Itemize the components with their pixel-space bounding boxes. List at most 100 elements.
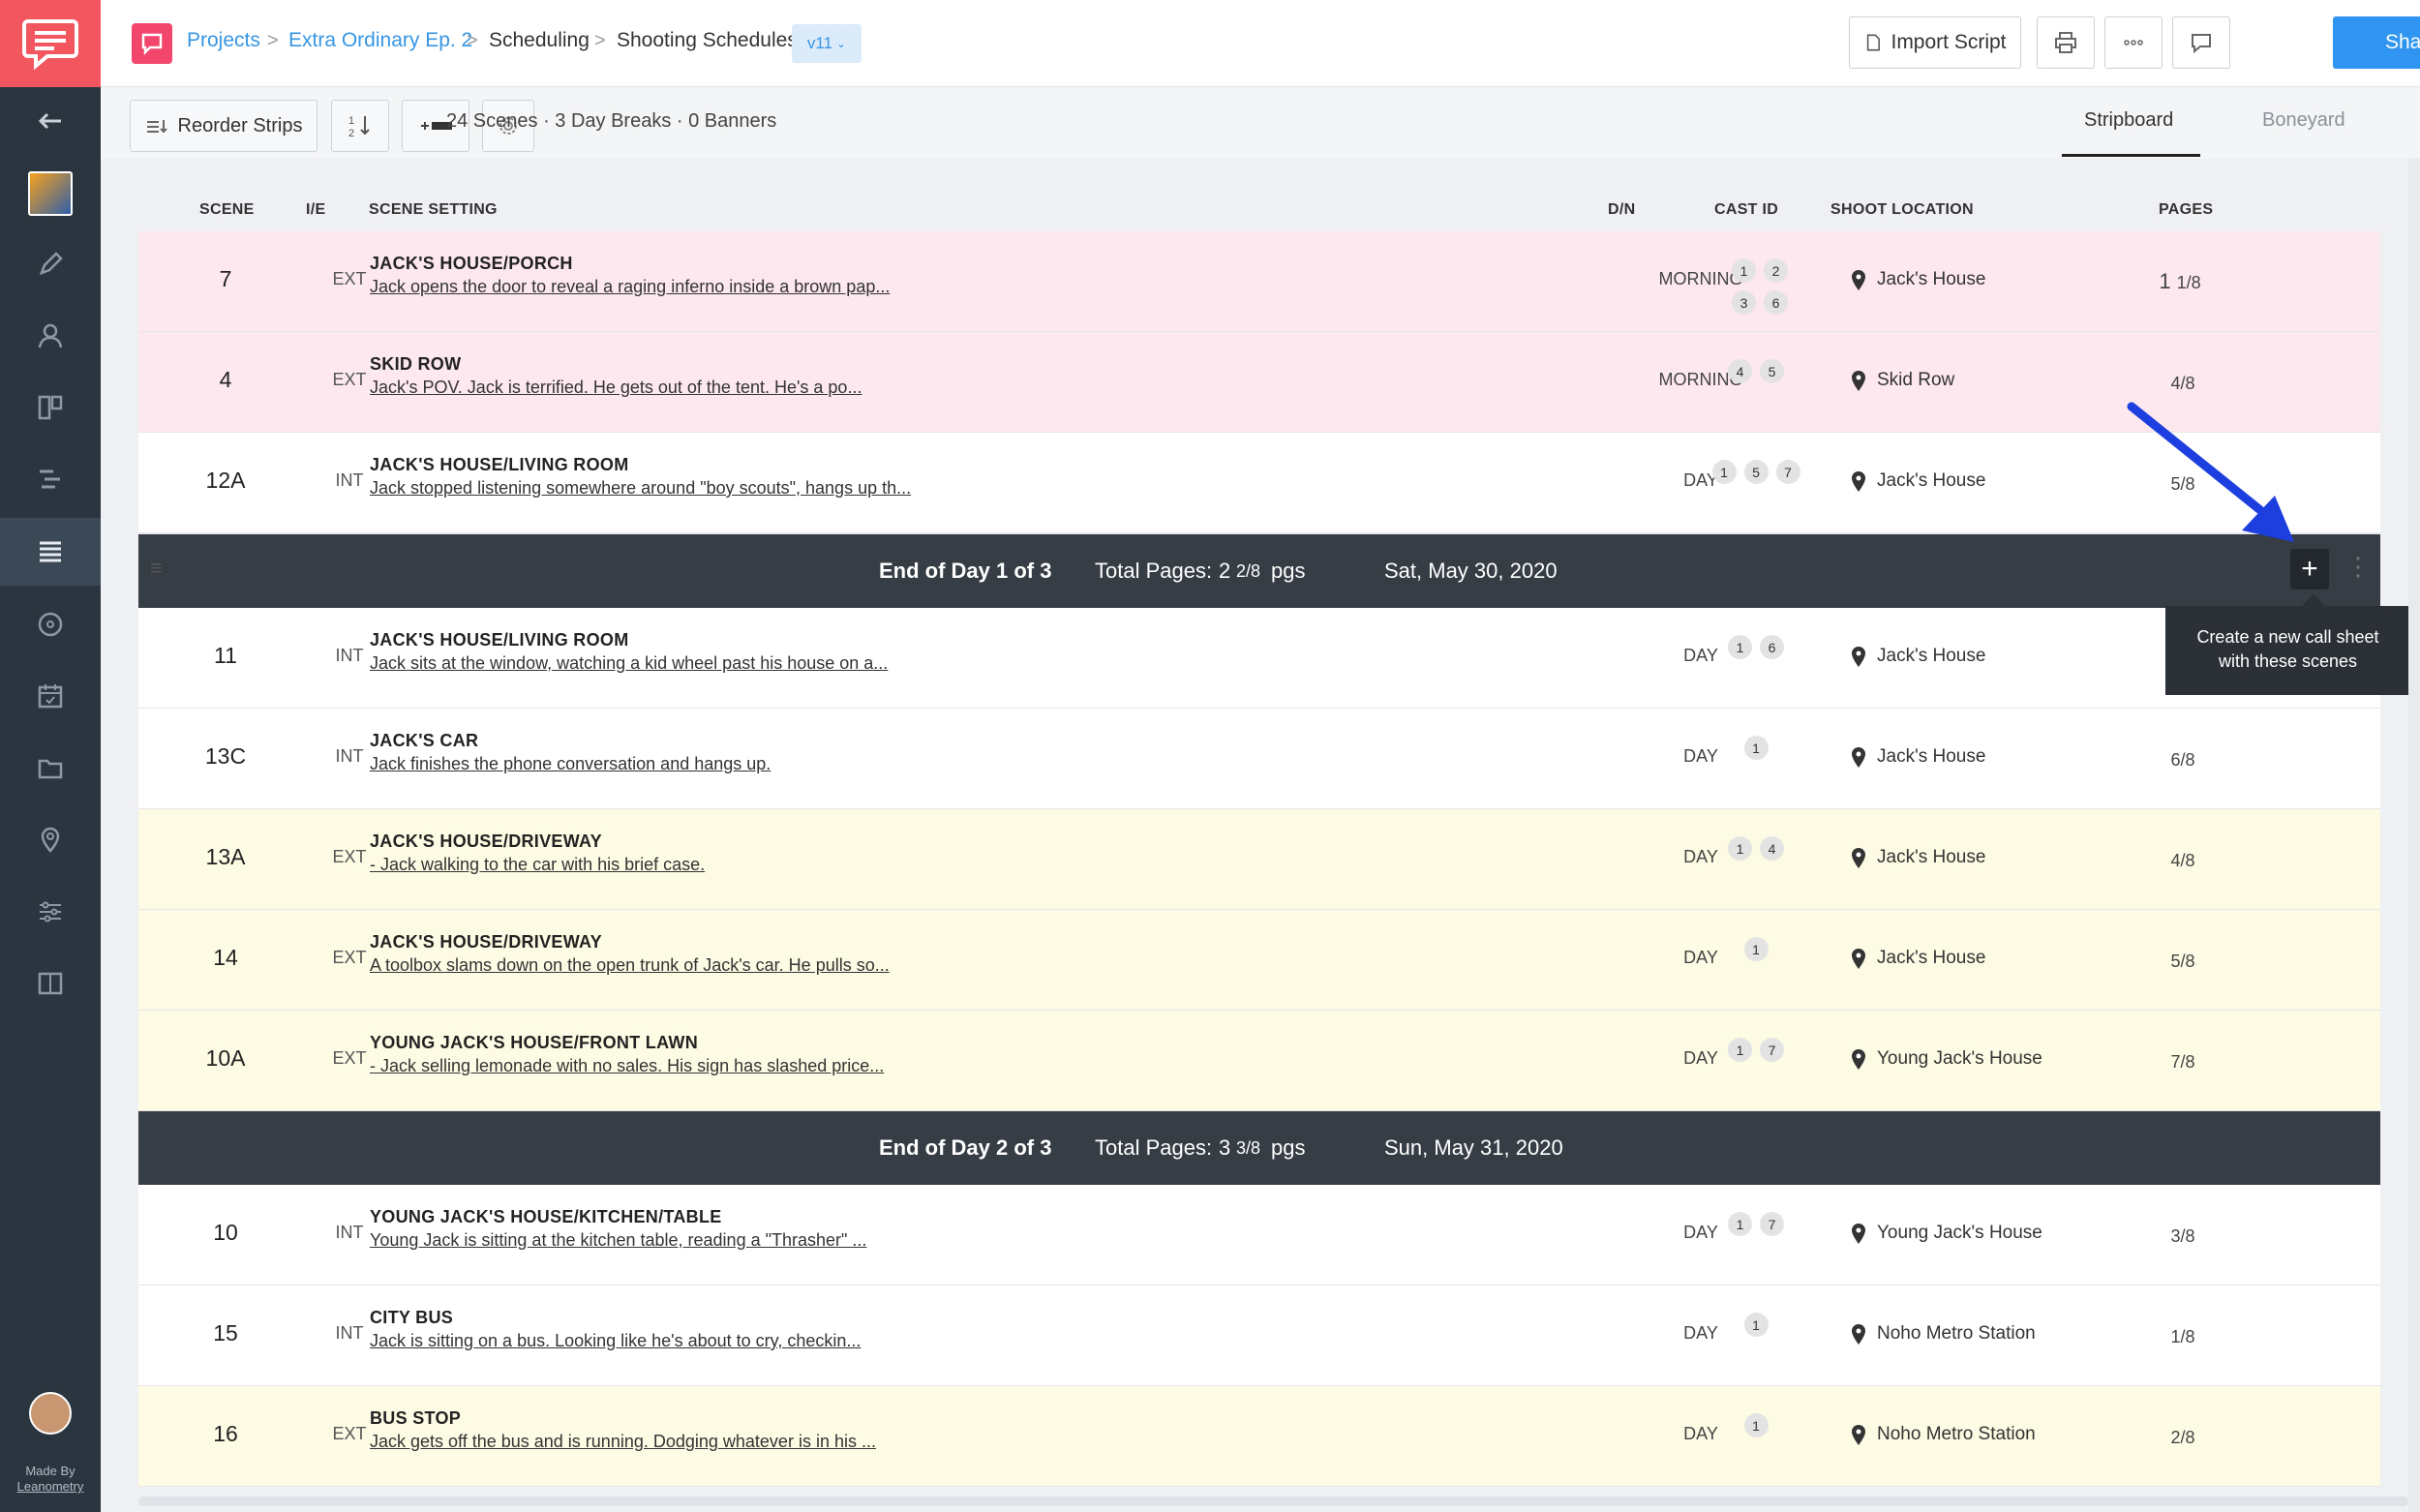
cast-id-chip: 7 [1760,1212,1784,1236]
scene-setting: JACK'S HOUSE/DRIVEWAY [370,932,602,952]
top-bar: Projects > Extra Ordinary Ep. 2 > Schedu… [101,0,2420,87]
shoot-location: Jack's House [1850,846,1985,869]
col-setting: SCENE SETTING [369,201,498,218]
scene-strip-row[interactable]: 16 EXT BUS STOP Jack gets off the bus an… [138,1386,2380,1487]
cast-id-chip: 3 [1732,290,1756,315]
map-pin-icon [1852,1049,1865,1070]
page-count: 1/8 [2170,1327,2195,1346]
more-options-button[interactable] [2104,16,2163,69]
drag-handle-icon[interactable]: ≡ [150,556,163,581]
col-dn: D/N [1608,201,1636,218]
scene-number: 10 [213,1220,238,1245]
scene-strip-row[interactable]: 13A EXT JACK'S HOUSE/DRIVEWAY - Jack wal… [138,809,2380,910]
scene-strip-row[interactable]: 14 EXT JACK'S HOUSE/DRIVEWAY A toolbox s… [138,910,2380,1011]
scene-strip-row[interactable]: 7 EXT JACK'S HOUSE/PORCH Jack opens the … [138,231,2380,332]
gantt-icon[interactable] [0,445,101,513]
folder-icon[interactable] [0,734,101,801]
map-pin-icon [1852,270,1865,290]
shoot-location: Young Jack's House [1850,1047,2042,1071]
cast-id-chip: 7 [1760,1038,1784,1062]
share-button[interactable]: Share [2333,16,2420,69]
calendar-icon[interactable] [0,662,101,730]
scene-description-link[interactable]: - Jack selling lemonade with no sales. H… [370,1056,884,1076]
map-pin-icon [1852,1324,1865,1345]
scene-description-link[interactable]: Jack stopped listening somewhere around … [370,478,911,499]
reorder-strips-button[interactable]: Reorder Strips [130,100,318,152]
day-break-pages-whole: 2 [1219,559,1231,583]
breadcrumb-episode[interactable]: Extra Ordinary Ep. 2 [288,29,472,52]
map-pin-icon [1852,471,1865,492]
svg-text:2: 2 [348,128,354,139]
scene-description-link[interactable]: Jack finishes the phone conversation and… [370,754,771,774]
day-break-strip[interactable]: End of Day 2 of 3 Total Pages: 3 3/8 pgs… [138,1111,2380,1185]
cast-id-chip: 1 [1732,258,1756,283]
col-ie: I/E [306,201,326,218]
scene-description-link[interactable]: Jack's POV. Jack is terrified. He gets o… [370,378,862,398]
col-scene: SCENE [199,201,255,218]
scene-setting: YOUNG JACK'S HOUSE/KITCHEN/TABLE [370,1207,722,1226]
day-break-strip[interactable]: End of Day 1 of 3 Total Pages: 2 2/8 pgs… [138,534,2380,608]
cast-id-chip: 1 [1743,937,1769,961]
col-location: SHOOT LOCATION [1830,201,1974,218]
cast-ids: 1236 [1721,258,1799,315]
print-button[interactable] [2037,16,2095,69]
scene-description-link[interactable]: Jack sits at the window, watching a kid … [370,653,888,674]
board-icon[interactable] [0,374,101,441]
scene-setting: BUS STOP [370,1408,462,1428]
comments-button[interactable] [2172,16,2230,69]
printer-icon [2055,32,2076,53]
project-logo-icon[interactable] [132,23,172,64]
cast-ids: 17 [1687,1212,1825,1236]
scene-description-link[interactable]: Jack opens the door to reveal a raging i… [370,277,890,297]
version-dropdown[interactable]: v11 ⌄ [792,24,862,63]
map-pin-icon [1852,1224,1865,1244]
app-logo[interactable] [0,0,101,87]
user-icon[interactable] [0,302,101,370]
book-icon[interactable] [0,950,101,1017]
scene-setting: CITY BUS [370,1308,454,1327]
scene-strip-row[interactable]: 4 EXT SKID ROW Jack's POV. Jack is terri… [138,332,2380,433]
tab-boneyard[interactable]: Boneyard [2262,109,2345,132]
scene-strip-row[interactable]: 13C INT JACK'S CAR Jack finishes the pho… [138,709,2380,809]
breadcrumb-scheduling[interactable]: Scheduling [489,29,590,52]
scene-description-link[interactable]: A toolbox slams down on the open trunk o… [370,955,890,976]
cast-id-chip: 1 [1743,1413,1769,1437]
back-arrow-icon[interactable] [0,87,101,155]
scene-number: 11 [214,643,237,668]
user-avatar[interactable] [0,1379,101,1447]
horizontal-scrollbar[interactable] [138,1497,2408,1506]
project-thumbnail[interactable] [0,160,101,227]
day-break-total-label: Total Pages: [1095,559,1213,583]
scene-strip-row[interactable]: 12A INT JACK'S HOUSE/LIVING ROOM Jack st… [138,433,2380,533]
day-break-total-label: Total Pages: [1095,1135,1213,1160]
scene-description-link[interactable]: Jack gets off the bus and is running. Do… [370,1432,876,1452]
scene-number: 13A [205,844,246,869]
scene-strip-row[interactable]: 11 INT JACK'S HOUSE/LIVING ROOM Jack sit… [138,608,2380,709]
vertical-scrollbar[interactable] [2408,159,2420,1512]
scene-description-link[interactable]: Jack is sitting on a bus. Looking like h… [370,1331,861,1351]
import-script-button[interactable]: Import Script [1849,16,2021,69]
document-icon [1867,34,1881,51]
scene-description-link[interactable]: Young Jack is sitting at the kitchen tab… [370,1230,866,1251]
create-call-sheet-tooltip: Create a new call sheet with these scene… [2165,606,2410,695]
scene-number: 13C [204,743,247,769]
scene-strip-row[interactable]: 15 INT CITY BUS Jack is sitting on a bus… [138,1285,2380,1386]
tab-stripboard[interactable]: Stripboard [2084,109,2173,132]
scene-setting: JACK'S HOUSE/PORCH [370,254,573,273]
day-break-pages-fraction: 2/8 [1236,561,1261,581]
pencil-icon[interactable] [0,230,101,298]
scene-description-link[interactable]: - Jack walking to the car with his brief… [370,855,705,875]
cast-id-chip: 5 [1760,359,1784,383]
sliders-icon[interactable] [0,878,101,946]
scene-counts: 24 Scenes · 3 Day Breaks · 0 Banners [446,110,777,132]
location-pin-icon[interactable] [0,805,101,873]
map-pin-icon [1852,848,1865,868]
page-count: 7/8 [2170,1052,2195,1072]
breadcrumb-projects[interactable]: Projects [187,29,260,52]
film-reel-icon[interactable] [0,590,101,658]
vertical-ellipsis-icon[interactable]: ⋮ [2345,552,2371,582]
scene-strip-row[interactable]: 10 INT YOUNG JACK'S HOUSE/KITCHEN/TABLE … [138,1185,2380,1285]
stripboard-icon[interactable] [0,518,101,586]
scene-strip-row[interactable]: 10A EXT YOUNG JACK'S HOUSE/FRONT LAWN - … [138,1011,2380,1111]
sort-button[interactable]: 12 [331,100,389,152]
